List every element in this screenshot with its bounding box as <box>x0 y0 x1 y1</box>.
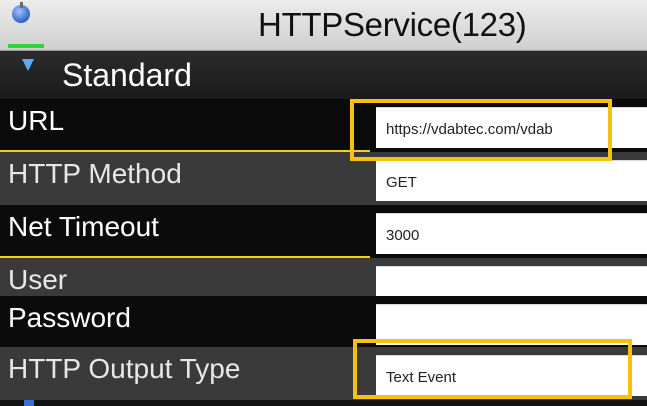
net-timeout-value: 3000 <box>386 227 420 244</box>
expand-triangle-icon[interactable] <box>22 59 34 71</box>
property-label-url: URL <box>8 105 65 136</box>
property-row-url: URL https://vdabtec.com/vdab <box>0 99 647 152</box>
bottom-strip <box>0 400 647 406</box>
password-field[interactable] <box>376 304 647 345</box>
url-value: https://vdabtec.com/vdab <box>386 121 553 138</box>
window-title: HTTPService(123) <box>258 6 527 43</box>
property-label-password: Password <box>8 302 131 333</box>
net-timeout-field[interactable]: 3000 <box>376 213 647 254</box>
property-row-password: Password <box>0 296 647 349</box>
status-indicator <box>8 44 44 48</box>
property-row-http-method: HTTP Method GET <box>0 152 647 205</box>
property-row-net-timeout: Net Timeout 3000 <box>0 205 647 258</box>
property-row-http-output-type: HTTP Output Type Text Event <box>0 347 647 400</box>
http-output-type-value: Text Event <box>386 369 457 386</box>
property-label-user: User <box>8 264 68 295</box>
http-method-field[interactable]: GET <box>376 160 647 201</box>
property-label-net-timeout: Net Timeout <box>8 211 159 242</box>
property-label-http-output-type: HTTP Output Type <box>8 353 241 384</box>
http-method-value: GET <box>386 174 417 191</box>
section-standard-header[interactable]: Standard <box>0 51 647 99</box>
property-label-http-method: HTTP Method <box>8 158 182 189</box>
http-output-type-field[interactable]: Text Event <box>376 355 647 396</box>
title-bar: HTTPService(123) <box>0 0 647 51</box>
next-section-marker <box>24 400 34 406</box>
app-globe-icon[interactable] <box>12 2 30 23</box>
url-field[interactable]: https://vdabtec.com/vdab <box>376 107 647 148</box>
section-label: Standard <box>62 57 192 93</box>
